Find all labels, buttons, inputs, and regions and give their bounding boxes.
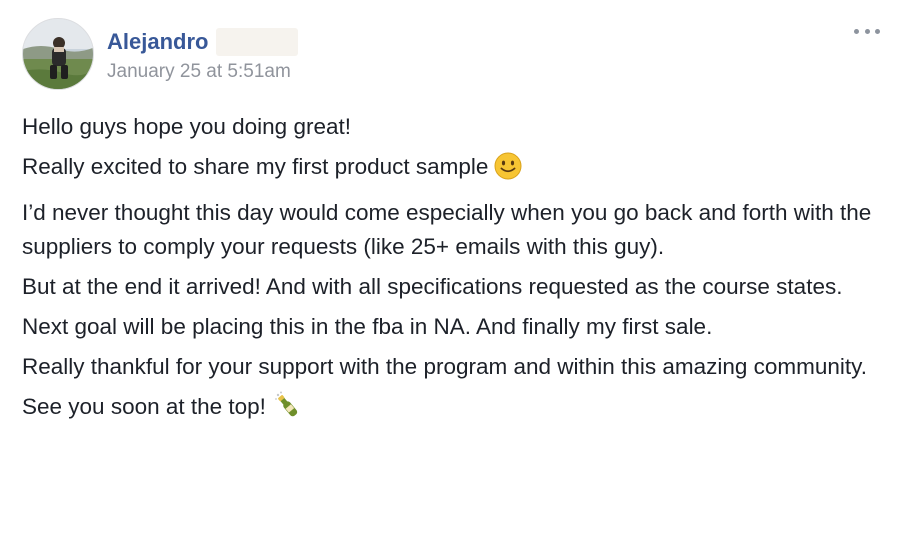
post-paragraph: See you soon at the top! [22, 390, 882, 430]
post-timestamp-link[interactable]: January 25 at 5:51am [107, 60, 298, 84]
paragraph-text: But at the end it arrived! And with all … [22, 274, 843, 299]
post-meta: Alejandro January 25 at 5:51am [107, 25, 299, 84]
paragraph-text: Really thankful for your support with th… [22, 354, 867, 379]
post-card: Alejandro January 25 at 5:51am Hello guy… [0, 0, 898, 556]
slightly-smiling-face-icon [494, 152, 522, 190]
paragraph-text: Really excited to share my first product… [22, 154, 489, 179]
paragraph-text: I’d never thought this day would come es… [22, 200, 872, 259]
champagne-bottle-icon [272, 390, 302, 430]
ellipsis-icon-dot [875, 28, 880, 34]
more-options-button[interactable] [854, 22, 880, 40]
paragraph-text: Hello guys hope you doing great! [22, 114, 351, 139]
post-header: Alejandro January 25 at 5:51am [22, 18, 299, 90]
ellipsis-icon-dot [854, 28, 859, 34]
post-paragraph: Really thankful for your support with th… [22, 350, 882, 384]
paragraph-text: Next goal will be placing this in the fb… [22, 314, 713, 339]
avatar-photo [23, 19, 93, 89]
paragraph-text: See you soon at the top! [22, 394, 266, 419]
post-paragraph: But at the end it arrived! And with all … [22, 270, 882, 304]
post-paragraph: Hello guys hope you doing great! [22, 110, 882, 144]
redacted-surname [216, 28, 299, 56]
author-row: Alejandro [107, 25, 299, 59]
post-body: Hello guys hope you doing great! Really … [22, 110, 882, 436]
post-paragraph: Really excited to share my first product… [22, 150, 882, 190]
post-paragraph: I’d never thought this day would come es… [22, 196, 882, 264]
post-paragraph: Next goal will be placing this in the fb… [22, 310, 882, 344]
avatar[interactable] [22, 18, 94, 90]
author-name-link[interactable]: Alejandro [107, 25, 208, 59]
ellipsis-icon-dot [864, 28, 870, 34]
